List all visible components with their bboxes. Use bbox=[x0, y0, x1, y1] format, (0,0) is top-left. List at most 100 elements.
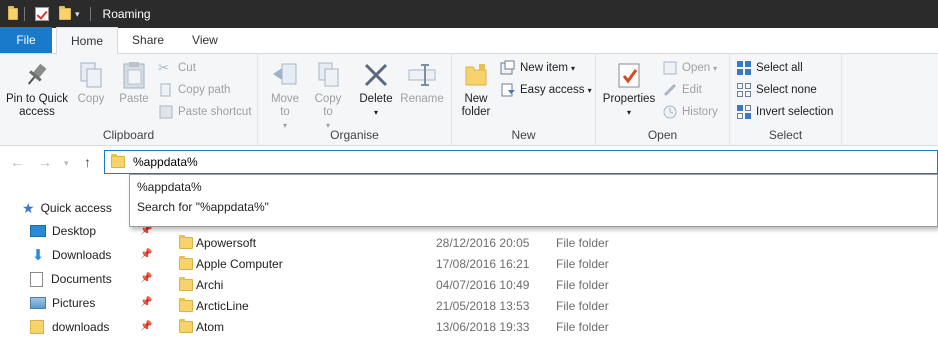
tab-view[interactable]: View bbox=[178, 27, 232, 53]
paste-button[interactable]: Paste bbox=[118, 60, 150, 106]
nav-item-downloads[interactable]: ⬇ Downloads bbox=[30, 245, 112, 265]
properties-quick-icon[interactable] bbox=[35, 7, 49, 21]
new-folder-icon bbox=[461, 60, 491, 90]
invert-selection-button[interactable]: Invert selection bbox=[736, 102, 833, 122]
nav-item-pictures[interactable]: Pictures bbox=[30, 293, 95, 313]
nav-item-documents[interactable]: Documents bbox=[30, 269, 112, 289]
history-button[interactable]: History bbox=[662, 102, 718, 122]
chevron-down-icon: ▾ bbox=[373, 108, 378, 117]
forward-arrow-icon[interactable]: → bbox=[38, 154, 52, 170]
select-group-label: Select bbox=[768, 128, 803, 142]
customize-toolbar-icon[interactable]: ▾ bbox=[75, 9, 80, 20]
list-item[interactable]: Apple Computer 17/08/2016 16:21 File fol… bbox=[170, 253, 938, 274]
list-item[interactable]: Atom 13/06/2018 19:33 File folder bbox=[170, 316, 938, 337]
select-none-icon bbox=[736, 82, 752, 98]
nav-item-quick-access[interactable]: ★ Quick access bbox=[22, 198, 112, 218]
list-item[interactable]: ArcticLine 21/05/2018 13:53 File folder bbox=[170, 295, 938, 316]
chevron-down-icon: ▾ bbox=[570, 63, 575, 73]
copy-to-icon bbox=[313, 60, 343, 90]
autocomplete-search-item[interactable]: Search for "%appdata%" bbox=[130, 197, 937, 217]
tab-share[interactable]: Share bbox=[118, 27, 178, 53]
address-input[interactable] bbox=[133, 155, 833, 169]
organise-group-label: Organise bbox=[330, 128, 379, 142]
pin-quick-access-button[interactable]: Pin to Quick access bbox=[4, 60, 70, 119]
file-name: Atom bbox=[196, 319, 225, 334]
tab-home[interactable]: Home bbox=[56, 27, 119, 54]
open-group-label: Open bbox=[647, 128, 678, 142]
nav-label: Pictures bbox=[52, 296, 96, 310]
select-none-button[interactable]: Select none bbox=[736, 80, 817, 100]
file-name: Apple Computer bbox=[196, 256, 283, 271]
new-folder-button[interactable]: New folder bbox=[456, 60, 496, 119]
pin-icon[interactable]: 📌 bbox=[140, 273, 152, 284]
cut-button[interactable]: ✂ Cut bbox=[158, 58, 196, 78]
easy-access-icon bbox=[500, 82, 516, 98]
move-to-button[interactable]: Move to ▾ bbox=[266, 60, 304, 132]
pin-icon[interactable]: 📌 bbox=[140, 321, 152, 332]
address-bar[interactable] bbox=[104, 150, 938, 174]
nav-label: Desktop bbox=[52, 224, 97, 238]
list-item[interactable]: Archi 04/07/2016 10:49 File folder bbox=[170, 274, 938, 295]
edit-label: Edit bbox=[682, 84, 702, 96]
copy-to-button[interactable]: Copy to ▾ bbox=[310, 60, 346, 132]
file-date: 17/08/2016 16:21 bbox=[436, 256, 530, 271]
chevron-down-icon: ▾ bbox=[713, 63, 718, 73]
tab-file[interactable]: File bbox=[0, 27, 52, 53]
new-folder-quick-icon[interactable] bbox=[59, 6, 71, 20]
rename-icon bbox=[407, 60, 437, 90]
invert-selection-icon bbox=[736, 104, 752, 120]
edit-button[interactable]: Edit bbox=[662, 80, 702, 100]
file-type: File folder bbox=[556, 235, 609, 250]
nav-label: Documents bbox=[51, 272, 112, 286]
paste-shortcut-label: Paste shortcut bbox=[178, 106, 252, 118]
rename-button[interactable]: Rename bbox=[400, 60, 444, 106]
rename-label: Rename bbox=[400, 93, 444, 105]
ribbon: Pin to Quick access Copy Paste ✂ Cut Cop… bbox=[0, 54, 938, 146]
paste-shortcut-button[interactable]: Paste shortcut bbox=[158, 102, 252, 122]
nav-item-downloads-folder[interactable]: downloads bbox=[30, 317, 109, 337]
pin-icon bbox=[22, 60, 52, 90]
file-name: Apowersoft bbox=[196, 235, 257, 250]
autocomplete-item[interactable]: %appdata% bbox=[130, 177, 937, 197]
recent-locations-icon[interactable]: ▾ bbox=[64, 158, 69, 169]
file-date: 04/07/2016 10:49 bbox=[436, 277, 530, 292]
open-button[interactable]: Open ▾ bbox=[662, 58, 717, 78]
file-type: File folder bbox=[556, 256, 609, 271]
move-to-label: Move to bbox=[270, 93, 300, 118]
open-icon bbox=[662, 60, 678, 76]
new-item-button[interactable]: New item ▾ bbox=[500, 58, 575, 78]
select-all-label: Select all bbox=[756, 62, 803, 74]
list-item[interactable]: Apowersoft 28/12/2016 20:05 File folder bbox=[170, 232, 938, 253]
documents-icon bbox=[30, 271, 43, 287]
divider bbox=[24, 7, 25, 21]
nav-label: Downloads bbox=[52, 248, 112, 262]
new-group: New folder New item ▾ Easy access ▾ New bbox=[452, 54, 596, 146]
cut-label: Cut bbox=[178, 62, 196, 74]
file-type: File folder bbox=[556, 298, 609, 313]
clipboard-group-label: Clipboard bbox=[102, 128, 155, 142]
nav-item-desktop[interactable]: Desktop bbox=[30, 221, 96, 241]
edit-icon bbox=[662, 82, 678, 98]
download-icon: ⬇ bbox=[31, 247, 45, 264]
invert-selection-label: Invert selection bbox=[756, 106, 834, 118]
pin-icon[interactable]: 📌 bbox=[140, 249, 152, 260]
ribbon-tabs: File Home Share View bbox=[0, 27, 938, 54]
back-arrow-icon[interactable]: ← bbox=[10, 154, 24, 170]
copy-path-button[interactable]: Copy path bbox=[158, 80, 230, 100]
folder-icon bbox=[179, 276, 193, 291]
clipboard-group: Pin to Quick access Copy Paste ✂ Cut Cop… bbox=[0, 54, 258, 146]
properties-button[interactable]: Properties ▾ bbox=[600, 60, 658, 119]
pin-icon[interactable]: 📌 bbox=[140, 297, 152, 308]
copy-label: Copy bbox=[77, 93, 105, 105]
chevron-down-icon: ▾ bbox=[626, 108, 631, 117]
delete-label: Delete bbox=[359, 93, 393, 105]
easy-access-button[interactable]: Easy access ▾ bbox=[500, 80, 592, 100]
select-all-button[interactable]: Select all bbox=[736, 58, 803, 78]
title-bar: ▾ Roaming bbox=[0, 0, 938, 28]
delete-button[interactable]: Delete ▾ bbox=[358, 60, 394, 119]
copy-button[interactable]: Copy bbox=[76, 60, 106, 106]
pictures-icon bbox=[30, 297, 46, 309]
star-icon: ★ bbox=[22, 199, 35, 216]
up-arrow-icon[interactable]: ↑ bbox=[84, 154, 91, 170]
nav-label: Quick access bbox=[40, 201, 112, 215]
